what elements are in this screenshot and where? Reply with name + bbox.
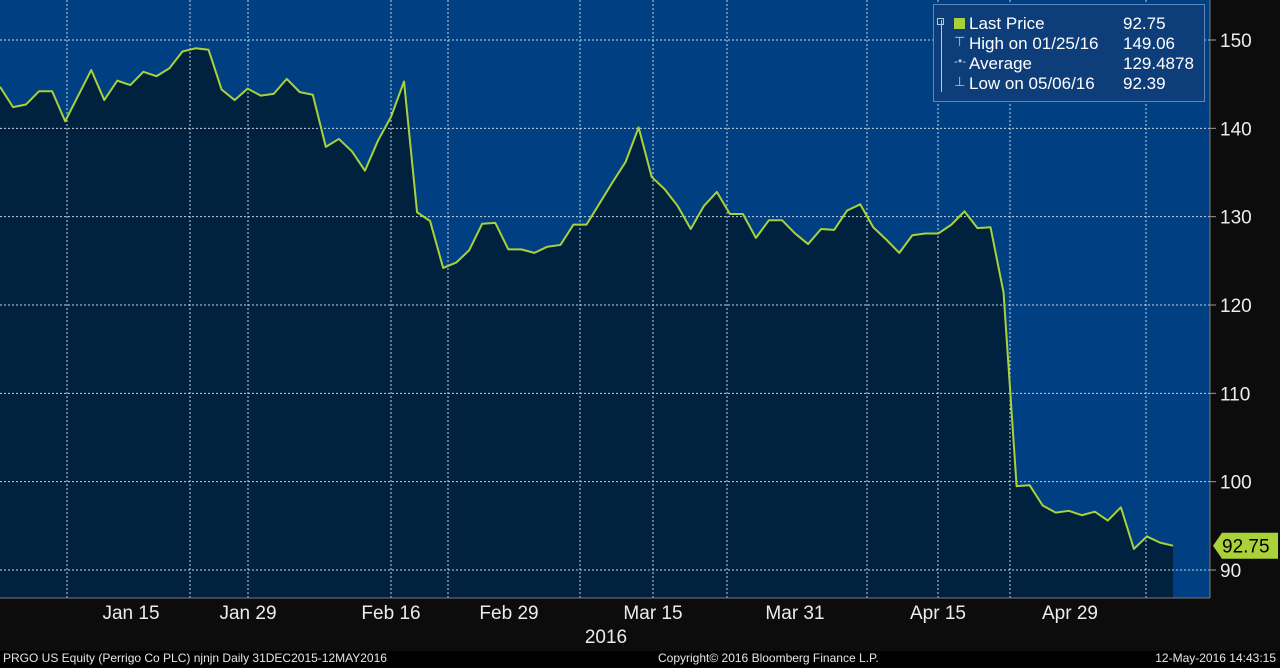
last-price-tag-label: 92.75 [1222,537,1270,558]
x-tick-label: Jan 29 [219,603,276,624]
collapse-icon[interactable] [937,18,944,25]
legend-row-average: -•- Average 129.4878 [934,54,1204,74]
y-tick-label: 90 [1220,561,1241,582]
x-tick-label: Mar 15 [623,603,682,624]
legend-box: Last Price 92.75 ⊤ High on 01/25/16 149.… [933,4,1205,102]
footer-ticker-info: PRGO US Equity (Perrigo Co PLC) njnjn Da… [3,651,387,665]
chart-window: 90 100 110 120 130 140 150 Jan 15 Jan 29 Feb 16 Fe… [0,0,1280,668]
x-year-label: 2016 [585,627,627,648]
legend-value: 129.4878 [1123,54,1194,73]
x-tick-label: Apr 15 [910,603,966,624]
low-marker-icon: ⊥ [954,74,966,89]
high-marker-icon: ⊤ [954,34,966,49]
x-tick-label: Apr 29 [1042,603,1098,624]
x-tick-label: Feb 29 [479,603,538,624]
footer-copyright: Copyright© 2016 Bloomberg Finance L.P. [658,651,879,665]
legend-value: 149.06 [1123,34,1175,53]
legend-row-low: ⊥ Low on 05/06/16 92.39 [934,74,1204,94]
average-marker-icon: -•- [954,54,967,68]
y-tick-label: 150 [1220,31,1252,52]
y-tick-label: 100 [1220,473,1252,494]
legend-label: High on 01/25/16 [969,34,1099,53]
legend-row-last-price: Last Price 92.75 [934,14,1204,34]
x-tick-label: Mar 31 [765,603,824,624]
legend-value: 92.75 [1123,14,1166,33]
x-tick-label: Feb 16 [361,603,420,624]
legend-value: 92.39 [1123,74,1166,93]
legend-label: Low on 05/06/16 [969,74,1095,93]
legend-row-high: ⊤ High on 01/25/16 149.06 [934,34,1204,54]
x-tick-label: Jan 15 [102,603,159,624]
last-price-swatch-icon [954,18,965,29]
y-tick-label: 140 [1220,119,1252,140]
y-tick-label: 110 [1220,384,1250,405]
y-tick-label: 120 [1220,296,1252,317]
y-tick-label: 130 [1220,208,1252,229]
footer-timestamp: 12-May-2016 14:43:15 [1155,651,1276,665]
legend-label: Last Price [969,14,1045,33]
legend-label: Average [969,54,1033,73]
